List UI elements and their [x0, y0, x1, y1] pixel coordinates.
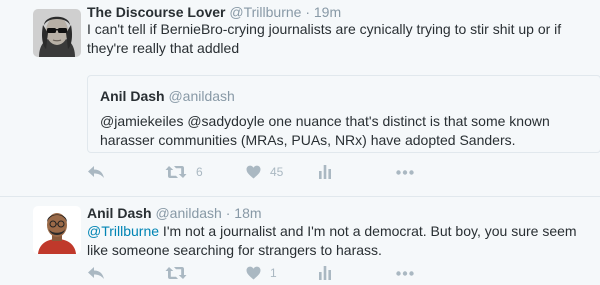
- more-icon: [396, 270, 414, 276]
- author-name[interactable]: The Discourse Lover: [87, 4, 226, 20]
- tweet: Anil Dash @anildash · 18m @Trillburne I'…: [0, 196, 600, 285]
- quoted-author-handle: @anildash: [168, 88, 235, 104]
- quoted-tweet[interactable]: Anil Dash @anildash @jamiekeiles @sadydo…: [87, 75, 600, 153]
- quoted-author-name: Anil Dash: [100, 88, 165, 104]
- reply-icon: [88, 267, 104, 279]
- analytics-button[interactable]: [319, 264, 331, 282]
- tweet-header: The Discourse Lover @Trillburne · 19m: [87, 3, 341, 21]
- retweet-icon: [165, 267, 187, 279]
- quoted-text: @jamiekeiles @sadydoyle one nuance that'…: [100, 113, 550, 148]
- retweet-button[interactable]: 6: [165, 163, 203, 181]
- tweet-header: Anil Dash @anildash · 18m: [87, 204, 262, 222]
- tweet: The Discourse Lover @Trillburne · 19m I …: [0, 0, 600, 194]
- more-button[interactable]: [396, 163, 414, 181]
- author-name[interactable]: Anil Dash: [87, 205, 152, 221]
- like-count: 45: [270, 165, 284, 179]
- timestamp[interactable]: 18m: [234, 205, 261, 221]
- analytics-button[interactable]: [319, 163, 331, 181]
- retweet-icon: [165, 166, 187, 178]
- tweet-text-body: I'm not a journalist and I'm not a democ…: [87, 223, 577, 258]
- author-handle[interactable]: @anildash: [155, 205, 221, 221]
- reply-button[interactable]: [87, 163, 105, 181]
- reply-icon: [88, 166, 104, 178]
- analytics-icon: [319, 266, 331, 280]
- avatar-image: [33, 206, 81, 254]
- more-button[interactable]: [396, 264, 414, 282]
- tweet-text: I can't tell if BernieBro-crying journal…: [87, 21, 562, 56]
- like-button[interactable]: 45: [246, 163, 283, 181]
- heart-icon: [246, 266, 261, 280]
- analytics-icon: [319, 165, 331, 179]
- retweet-button[interactable]: [165, 264, 187, 282]
- heart-icon: [246, 165, 261, 179]
- author-handle[interactable]: @Trillburne: [229, 4, 301, 20]
- avatar-image: [33, 9, 81, 57]
- mention-link[interactable]: @Trillburne: [87, 223, 159, 239]
- tweet-text: @Trillburne I'm not a journalist and I'm…: [87, 222, 587, 260]
- timestamp[interactable]: 19m: [314, 4, 341, 20]
- more-icon: [396, 169, 414, 175]
- like-count: 1: [270, 266, 277, 280]
- reply-button[interactable]: [87, 264, 105, 282]
- separator: ·: [225, 205, 231, 221]
- avatar[interactable]: [33, 9, 81, 57]
- separator: ·: [305, 4, 310, 20]
- retweet-count: 6: [196, 165, 203, 179]
- quoted-header: Anil Dash @anildash: [100, 87, 235, 105]
- avatar[interactable]: [33, 206, 81, 254]
- like-button[interactable]: 1: [246, 264, 277, 282]
